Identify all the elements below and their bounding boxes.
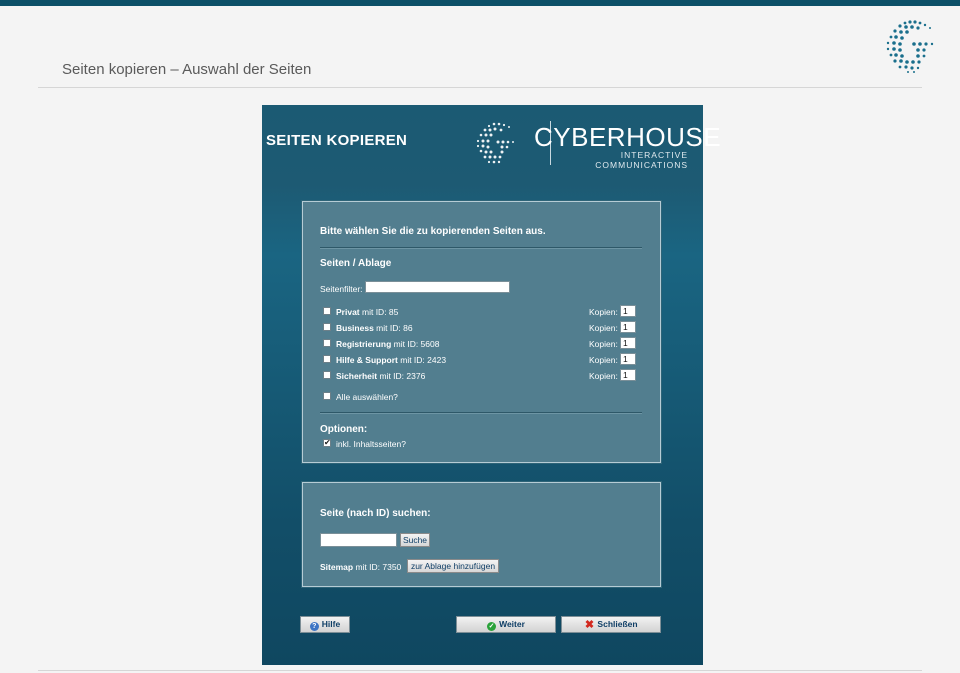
copies-input[interactable]: 1	[620, 369, 636, 381]
page-title: Seiten kopieren – Auswahl der Seiten	[62, 61, 312, 78]
close-button-label: Schließen	[597, 619, 638, 629]
top-accent-bar	[0, 0, 960, 6]
page-checkbox-registrierung[interactable]	[323, 339, 331, 347]
include-content-pages-label: inkl. Inhaltsseiten?	[336, 439, 406, 449]
filter-label: Seitenfilter:	[320, 284, 363, 294]
page-id: mit ID: 2376	[379, 371, 426, 381]
page-checkbox-business[interactable]	[323, 323, 331, 331]
options-title: Optionen:	[320, 424, 368, 435]
page-id: mit ID: 86	[376, 323, 413, 333]
help-button-label: Hilfe	[321, 619, 341, 629]
copies-input[interactable]: 1	[620, 353, 636, 365]
title-divider	[38, 87, 922, 88]
bottom-divider	[38, 670, 922, 671]
search-title: Seite (nach ID) suchen:	[320, 508, 431, 519]
brand-name: CYBERHOUSE	[534, 122, 722, 152]
page-selection-panel: Bitte wählen Sie die zu kopierenden Seit…	[302, 201, 661, 463]
page-checkbox-sicherheit[interactable]	[323, 371, 331, 379]
dialog-header: SEITEN KOPIEREN CYBERHOUSE INTERACTIVE C…	[262, 105, 722, 185]
page-name: Privat	[336, 307, 360, 317]
search-panel: Seite (nach ID) suchen: Suche Sitemap mi…	[302, 482, 661, 587]
checkmark-icon: ✓	[487, 622, 497, 631]
select-all-label: Alle auswählen?	[336, 392, 398, 402]
copies-input[interactable]: 1	[620, 305, 636, 317]
dialog-title: SEITEN KOPIEREN	[266, 132, 408, 149]
divider	[320, 412, 642, 414]
result-id: mit ID: 7350	[355, 562, 402, 572]
divider	[320, 247, 642, 249]
help-icon: ?	[309, 622, 319, 631]
page-id: mit ID: 5608	[393, 339, 440, 349]
include-content-pages-checkbox[interactable]: ✔	[323, 439, 331, 447]
page-row-label: Sicherheit mit ID: 2376	[336, 371, 425, 381]
copy-pages-dialog: SEITEN KOPIEREN CYBERHOUSE INTERACTIVE C…	[262, 105, 722, 665]
select-all-checkbox[interactable]	[323, 392, 331, 400]
cyberhouse-logo-icon	[886, 20, 934, 73]
close-button[interactable]: ✖ Schließen	[561, 616, 661, 633]
copies-label: Kopien:	[589, 355, 618, 365]
next-button[interactable]: ✓ Weiter	[456, 616, 556, 633]
search-result-label: Sitemap mit ID: 7350	[320, 562, 401, 572]
page-name: Business	[336, 323, 374, 333]
result-name: Sitemap	[320, 562, 354, 572]
copies-label: Kopien:	[589, 323, 618, 333]
page-name: Hilfe & Support	[336, 355, 398, 365]
brand-logo: CYBERHOUSE INTERACTIVE COMMUNICATIONS	[474, 119, 722, 170]
section-title-pages: Seiten / Ablage	[320, 258, 392, 269]
page-checkbox-privat[interactable]	[323, 307, 331, 315]
page-checkbox-hilfe-support[interactable]	[323, 355, 331, 363]
copies-input[interactable]: 1	[620, 321, 636, 333]
next-button-label: Weiter	[499, 619, 525, 629]
page-row-label: Business mit ID: 86	[336, 323, 413, 333]
page-row-label: Hilfe & Support mit ID: 2423	[336, 355, 446, 365]
page-name: Registrierung	[336, 339, 392, 349]
search-button[interactable]: Suche	[400, 533, 430, 547]
page-row-label: Registrierung mit ID: 5608	[336, 339, 439, 349]
copies-input[interactable]: 1	[620, 337, 636, 349]
page-name: Sicherheit	[336, 371, 378, 381]
page-id-search-input[interactable]	[320, 533, 397, 547]
page-filter-input[interactable]	[365, 281, 510, 293]
add-to-storage-button[interactable]: zur Ablage hinzufügen	[407, 559, 499, 573]
page-id: mit ID: 2423	[400, 355, 447, 365]
copies-label: Kopien:	[589, 371, 618, 381]
help-button[interactable]: ? Hilfe	[300, 616, 350, 633]
brand-tagline: INTERACTIVE COMMUNICATIONS	[595, 150, 688, 170]
brand-mark-icon	[476, 122, 514, 164]
copies-label: Kopien:	[589, 307, 618, 317]
page-id: mit ID: 85	[362, 307, 399, 317]
selection-intro: Bitte wählen Sie die zu kopierenden Seit…	[320, 226, 546, 237]
copies-label: Kopien:	[589, 339, 618, 349]
close-icon: ✖	[584, 619, 595, 631]
page-row-label: Privat mit ID: 85	[336, 307, 398, 317]
